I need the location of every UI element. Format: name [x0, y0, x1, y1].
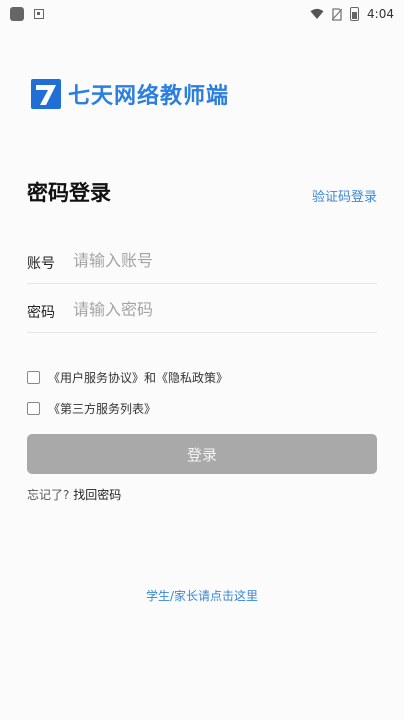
seven-logo-icon: [31, 79, 61, 109]
status-right: 4:04: [310, 7, 394, 21]
login-button[interactable]: 登录: [27, 434, 377, 474]
forgot-prefix: 忘记了?: [27, 488, 70, 502]
agreement-row-1: 《用户服务协议》和《隐私政策》: [27, 369, 228, 386]
logo-text: 七天网络教师端: [68, 84, 230, 109]
user-agreement-link[interactable]: 《用户服务协议》: [48, 371, 144, 385]
agreement-row-2: 《第三方服务列表》: [27, 400, 156, 417]
code-login-link[interactable]: 验证码登录: [312, 186, 377, 205]
login-screen: 4:04 七天网络教师端 密码登录 验证码登录 账号 密码 《用户服务协议》和《…: [0, 0, 404, 720]
forgot-row: 忘记了? 找回密码: [27, 486, 121, 503]
third-party-list-link[interactable]: 《第三方服务列表》: [48, 400, 156, 417]
agreement-checkbox-1[interactable]: [27, 371, 40, 384]
password-field: 密码: [27, 287, 377, 333]
battery-icon: [350, 7, 360, 21]
wifi-icon: [310, 8, 324, 19]
page-title: 密码登录: [27, 181, 111, 205]
password-label: 密码: [27, 304, 55, 321]
no-sim-icon: [332, 7, 343, 21]
app-logo: 七天网络教师端: [30, 78, 229, 110]
account-label: 账号: [27, 255, 55, 272]
status-bar: 4:04: [0, 0, 404, 28]
and-text: 和: [144, 371, 157, 385]
app-notification-icon: [10, 7, 24, 21]
agreement-text-1: 《用户服务协议》和《隐私政策》: [48, 369, 228, 386]
status-time: 4:04: [367, 7, 394, 21]
account-field: 账号: [27, 238, 377, 284]
student-parent-link[interactable]: 学生/家长请点击这里: [0, 587, 404, 604]
privacy-policy-link[interactable]: 《隐私政策》: [156, 371, 228, 385]
status-left: [10, 7, 44, 21]
agreement-checkbox-2[interactable]: [27, 402, 40, 415]
password-input[interactable]: [73, 291, 377, 328]
recover-password-link[interactable]: 找回密码: [73, 488, 121, 502]
qr-notification-icon: [34, 9, 44, 19]
account-input[interactable]: [73, 242, 377, 279]
